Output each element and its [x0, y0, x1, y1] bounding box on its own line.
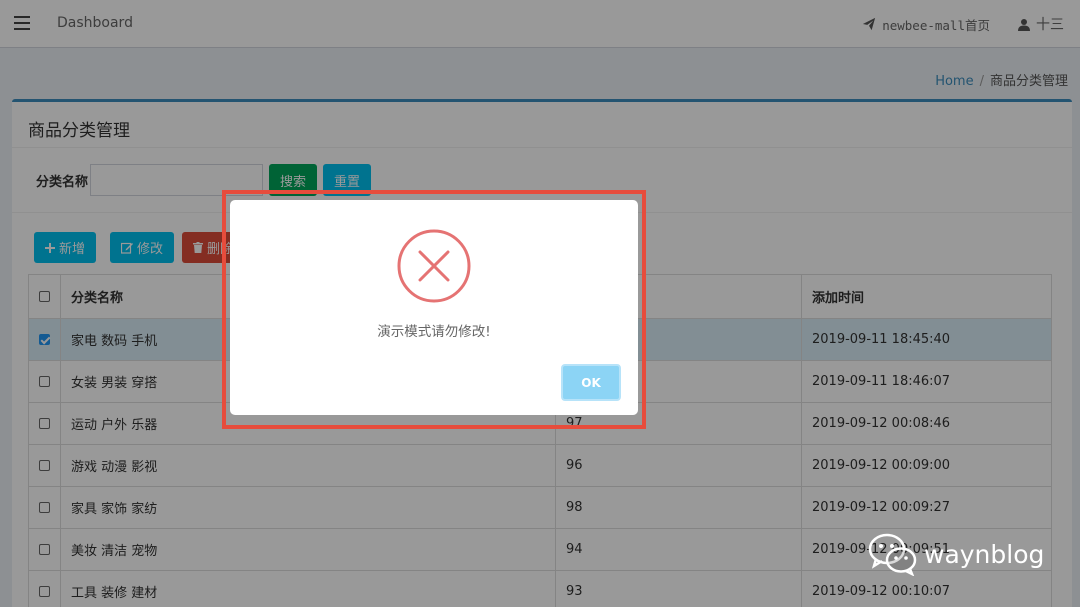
watermark: waynblog	[868, 532, 1044, 576]
alert-message: 演示模式请勿修改!	[377, 324, 491, 340]
error-icon	[397, 229, 471, 303]
watermark-text: waynblog	[924, 539, 1045, 569]
alert-dialog: 演示模式请勿修改! OK	[230, 200, 638, 415]
ok-button[interactable]: OK	[561, 364, 621, 401]
wechat-icon	[868, 533, 917, 576]
